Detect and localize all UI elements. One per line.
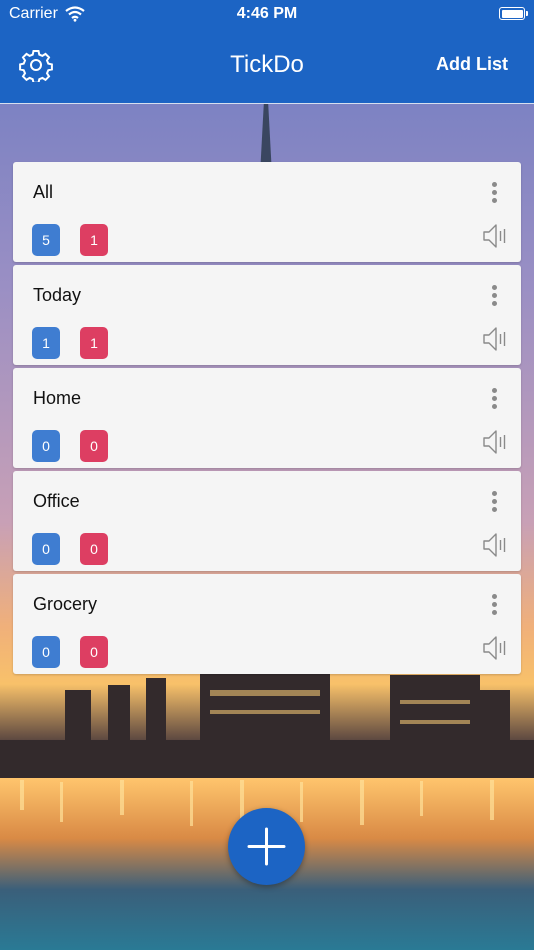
more-vertical-icon[interactable] [489, 491, 501, 513]
list-name: Office [33, 491, 80, 511]
red-count-badge: 0 [80, 636, 108, 668]
add-task-button[interactable] [228, 808, 305, 885]
blue-count-badge: 0 [32, 430, 60, 462]
more-vertical-icon[interactable] [489, 388, 501, 410]
nav-bar: TickDo Add List [0, 30, 534, 104]
blue-count-badge: 0 [32, 533, 60, 565]
blue-count-badge: 0 [32, 636, 60, 668]
more-vertical-icon[interactable] [489, 285, 501, 307]
blue-count-badge: 1 [32, 327, 60, 359]
list-card[interactable]: Today 1 1 [13, 265, 521, 365]
list-card[interactable]: Grocery 0 0 [13, 574, 521, 674]
list-name: All [33, 182, 54, 202]
red-count-badge: 1 [80, 327, 108, 359]
red-count-badge: 0 [80, 533, 108, 565]
list-card[interactable]: Home 0 0 [13, 368, 521, 468]
list-name: Home [33, 388, 82, 408]
speaker-icon[interactable] [482, 428, 508, 456]
speaker-icon[interactable] [482, 222, 508, 250]
blue-count-badge: 5 [32, 224, 60, 256]
plus-icon [247, 827, 286, 866]
speaker-icon[interactable] [482, 531, 508, 559]
clock: 4:46 PM [236, 5, 298, 22]
red-count-badge: 1 [80, 224, 108, 256]
list-card[interactable]: Office 0 0 [13, 471, 521, 571]
add-list-button[interactable]: Add List [436, 54, 508, 75]
more-vertical-icon[interactable] [489, 594, 501, 616]
speaker-icon[interactable] [482, 325, 508, 353]
red-count-badge: 0 [80, 430, 108, 462]
list-name: Today [33, 285, 82, 305]
list-card[interactable]: All 5 1 [13, 162, 521, 262]
list-name: Grocery [33, 594, 98, 614]
status-bar: Carrier 4:46 PM [0, 0, 534, 30]
battery-icon [499, 7, 528, 20]
more-vertical-icon[interactable] [489, 182, 501, 204]
speaker-icon[interactable] [482, 634, 508, 662]
